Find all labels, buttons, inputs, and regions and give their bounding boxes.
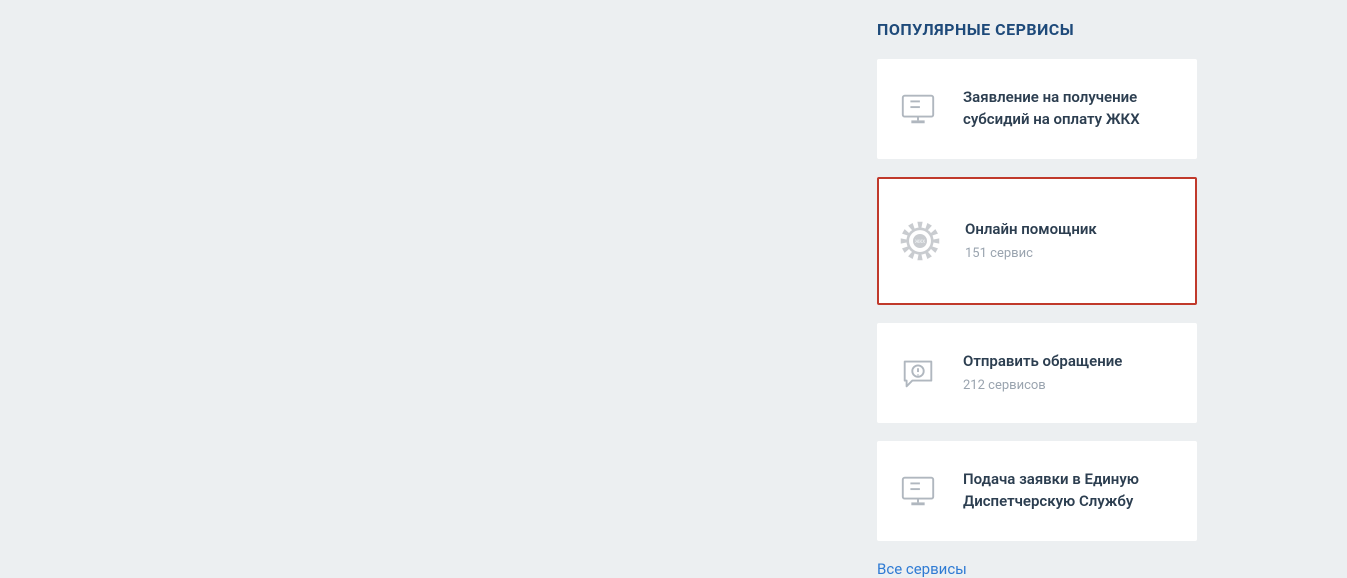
- section-title: ПОПУЛЯРНЫЕ СЕРВИСЫ: [877, 20, 1197, 39]
- monitor-icon: [897, 88, 939, 130]
- service-card-dispatch[interactable]: Подача заявки в Единую Диспетчерскую Слу…: [877, 441, 1197, 541]
- monitor-icon: [897, 470, 939, 512]
- service-title: Заявление на получение субсидий на оплат…: [963, 87, 1177, 131]
- service-title: Подача заявки в Единую Диспетчерскую Слу…: [963, 469, 1177, 513]
- service-text: Отправить обращение 212 сервисов: [963, 351, 1177, 395]
- service-subtitle: 151 сервис: [965, 245, 1175, 263]
- service-card-subsidy[interactable]: Заявление на получение субсидий на оплат…: [877, 59, 1197, 159]
- service-text: Подача заявки в Единую Диспетчерскую Слу…: [963, 469, 1177, 513]
- service-text: Онлайн помощник 151 сервис: [965, 219, 1175, 263]
- service-card-send-request[interactable]: Отправить обращение 212 сервисов: [877, 323, 1197, 423]
- gear-icon: ЖКХ: [899, 220, 941, 262]
- service-card-online-helper[interactable]: ЖКХ Онлайн помощник 151 сервис: [877, 177, 1197, 305]
- service-text: Заявление на получение субсидий на оплат…: [963, 87, 1177, 131]
- svg-text:ЖКХ: ЖКХ: [915, 240, 925, 245]
- popular-services-panel: ПОПУЛЯРНЫЕ СЕРВИСЫ Заявление на получени…: [877, 20, 1197, 578]
- all-services-link[interactable]: Все сервисы: [877, 560, 967, 578]
- service-subtitle: 212 сервисов: [963, 377, 1177, 395]
- service-title: Отправить обращение: [963, 351, 1177, 373]
- message-alert-icon: [897, 352, 939, 394]
- service-title: Онлайн помощник: [965, 219, 1175, 241]
